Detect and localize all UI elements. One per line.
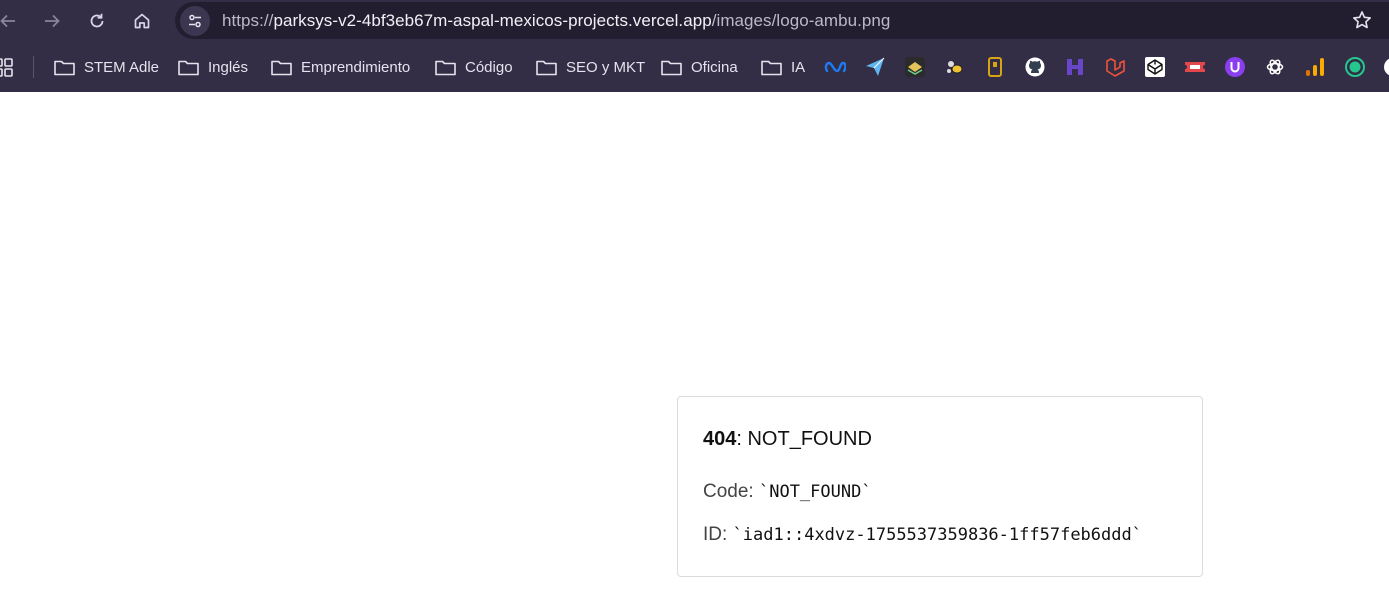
bookmark-meta[interactable] bbox=[824, 56, 846, 78]
grid-icon bbox=[0, 58, 13, 77]
ec-icon bbox=[1345, 57, 1365, 77]
bookmark-u[interactable] bbox=[1224, 56, 1246, 78]
codepen-icon bbox=[1145, 57, 1165, 77]
openai-icon bbox=[1266, 59, 1284, 75]
id-label: ID: bbox=[703, 524, 733, 545]
browser-toolbar: https://parksys-v2-4bf3eb67m-aspal-mexic… bbox=[0, 0, 1389, 42]
bookmarks-separator bbox=[33, 56, 34, 78]
bookmark-bee[interactable] bbox=[944, 56, 966, 78]
bookmark-analytics[interactable] bbox=[1304, 56, 1326, 78]
bookmark-layers[interactable] bbox=[904, 56, 926, 78]
github-icon bbox=[1025, 57, 1045, 77]
bookmark-folder-label: STEM Adle bbox=[84, 58, 160, 76]
bookmark-ticket[interactable] bbox=[1184, 56, 1206, 78]
bookmark-paper-plane[interactable] bbox=[864, 56, 886, 78]
bookmark-star-button[interactable] bbox=[1352, 10, 1372, 35]
id-value: `iad1::4xdvz-1755537359836-1ff57feb6ddd` bbox=[732, 525, 1142, 545]
url-text[interactable]: https://parksys-v2-4bf3eb67m-aspal-mexic… bbox=[222, 11, 890, 31]
site-info-button[interactable] bbox=[180, 5, 210, 36]
folder-icon bbox=[661, 60, 682, 75]
bookmarks-bar: STEM Adle Inglés Emprendimiento Código S… bbox=[0, 42, 1389, 92]
code-label: Code: bbox=[703, 481, 759, 502]
bookmark-overflow[interactable] bbox=[1382, 56, 1389, 78]
forward-button[interactable] bbox=[36, 5, 68, 37]
url-path: /images/logo-ambu.png bbox=[711, 10, 891, 30]
code-value: `NOT_FOUND` bbox=[758, 482, 872, 502]
u-icon bbox=[1225, 57, 1245, 77]
arrow-left-icon bbox=[0, 14, 15, 28]
back-button[interactable] bbox=[0, 5, 24, 37]
ticket-icon bbox=[1185, 62, 1205, 72]
bookmark-folder-label: Código bbox=[465, 58, 513, 76]
url-host: parksys-v2-4bf3eb67m-aspal-mexicos-proje… bbox=[273, 10, 712, 30]
bookmark-folder-seo-y-mkt[interactable]: SEO y MKT bbox=[536, 54, 645, 80]
layers-icon bbox=[905, 57, 925, 77]
home-button[interactable] bbox=[126, 5, 158, 37]
error-title: 404: NOT_FOUND bbox=[703, 427, 1202, 451]
folder-icon bbox=[435, 60, 456, 75]
bookmark-folder-label: Oficina bbox=[691, 58, 738, 76]
bookmark-folder-ia[interactable]: IA bbox=[761, 54, 805, 80]
reload-button[interactable] bbox=[81, 5, 113, 37]
bookmark-folder-stem-adle[interactable]: STEM Adle bbox=[54, 54, 159, 80]
error-card: 404: NOT_FOUND Code: `NOT_FOUND` ID: `ia… bbox=[677, 396, 1203, 577]
analytics-icon bbox=[1306, 58, 1324, 76]
star-icon bbox=[1353, 11, 1371, 29]
folder-icon bbox=[54, 60, 75, 75]
bookmark-github[interactable] bbox=[1024, 56, 1046, 78]
error-id-row: ID: `iad1::4xdvz-1755537359836-1ff57feb6… bbox=[703, 523, 1202, 547]
meta-icon bbox=[824, 61, 846, 73]
error-code-row: Code: `NOT_FOUND` bbox=[703, 480, 1202, 504]
folder-icon bbox=[536, 60, 557, 75]
paper-plane-icon bbox=[866, 57, 885, 76]
bookmark-folder-oficina[interactable]: Oficina bbox=[661, 54, 738, 80]
arrow-right-icon bbox=[45, 14, 60, 28]
folder-icon bbox=[178, 60, 199, 75]
bookmark-folder-codigo[interactable]: Código bbox=[435, 54, 513, 80]
circle-icon bbox=[1384, 58, 1389, 76]
home-icon bbox=[134, 13, 150, 29]
bookmark-codepen[interactable] bbox=[1144, 56, 1166, 78]
bookmark-folder-label: IA bbox=[791, 58, 806, 76]
laravel-icon bbox=[1106, 58, 1125, 77]
url-scheme: https:// bbox=[222, 10, 274, 30]
bookmark-laravel[interactable] bbox=[1104, 56, 1126, 78]
address-bar[interactable]: https://parksys-v2-4bf3eb67m-aspal-mexic… bbox=[175, 2, 1389, 39]
h-icon bbox=[1067, 59, 1083, 75]
bookmark-h[interactable] bbox=[1064, 56, 1086, 78]
bookmark-tag[interactable] bbox=[984, 56, 1006, 78]
tag-icon bbox=[988, 57, 1002, 77]
reload-icon bbox=[90, 13, 104, 28]
bookmark-folder-ingles[interactable]: Inglés bbox=[178, 54, 248, 80]
folder-icon bbox=[271, 60, 292, 75]
bookmark-folder-emprendimiento[interactable]: Emprendimiento bbox=[271, 54, 410, 80]
bookmark-folder-label: SEO y MKT bbox=[566, 58, 646, 76]
bee-icon bbox=[947, 61, 963, 74]
tune-icon bbox=[189, 14, 201, 27]
bookmark-ec[interactable] bbox=[1344, 56, 1366, 78]
bookmark-openai[interactable] bbox=[1264, 56, 1286, 78]
bookmark-folder-label: Emprendimiento bbox=[301, 58, 411, 76]
status-text: : NOT_FOUND bbox=[736, 428, 872, 450]
bookmark-folder-label: Inglés bbox=[208, 58, 249, 76]
status-code: 404 bbox=[703, 428, 737, 450]
apps-button[interactable] bbox=[0, 58, 14, 83]
folder-icon bbox=[761, 60, 782, 75]
